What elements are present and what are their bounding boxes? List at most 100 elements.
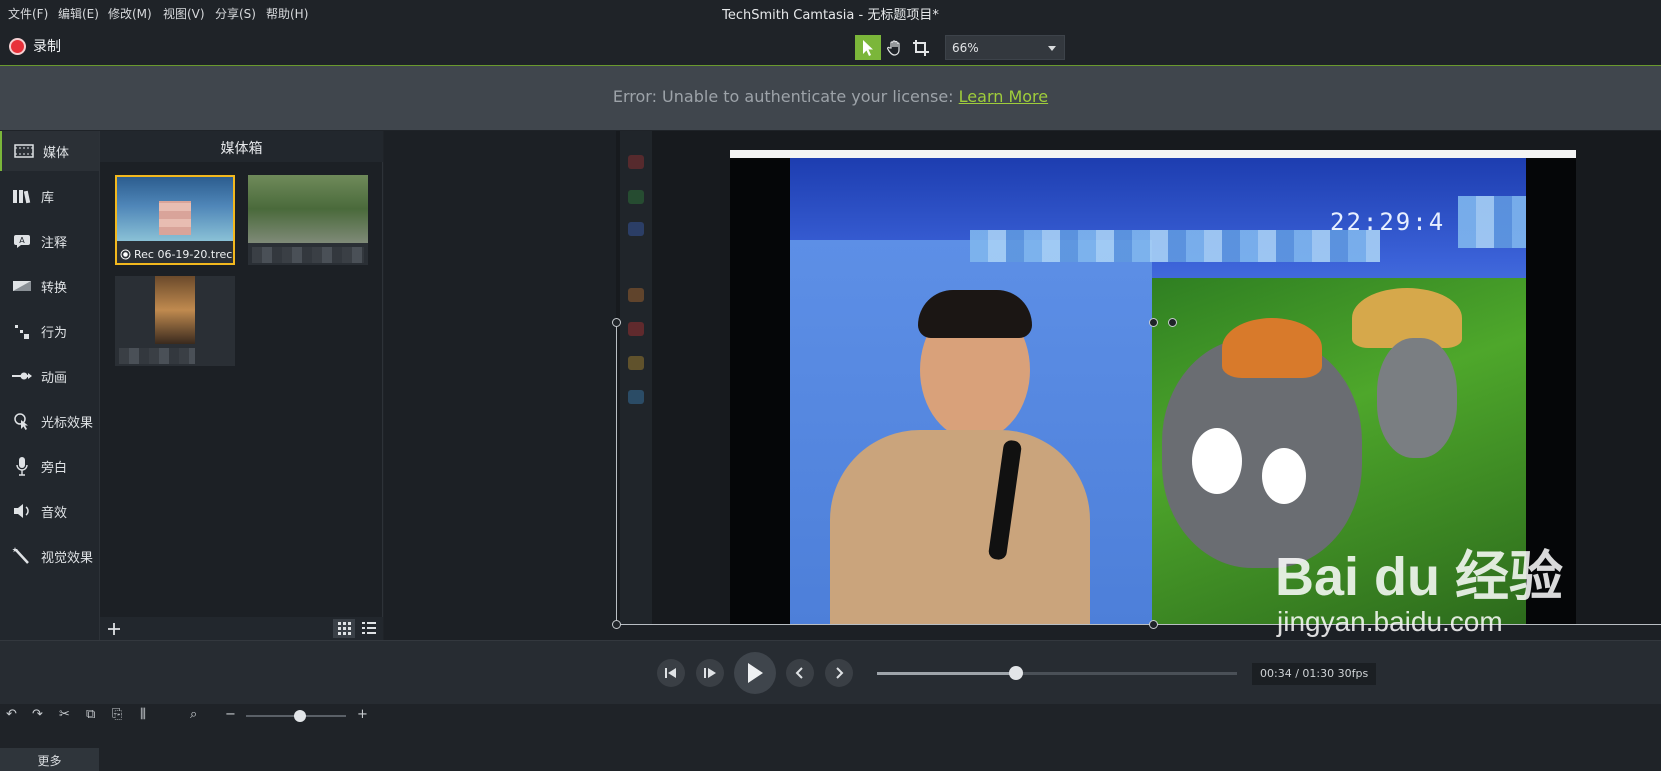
crop-icon xyxy=(913,39,929,56)
pan-tool-button[interactable] xyxy=(882,35,908,60)
record-label: 录制 xyxy=(33,39,61,55)
clip-label-blurred xyxy=(119,348,195,364)
sidebar-item-media[interactable]: 媒体 xyxy=(0,131,99,171)
sidebar-item-library[interactable]: 库 xyxy=(0,176,99,216)
pixelated-caption xyxy=(970,230,1380,262)
add-media-button[interactable] xyxy=(103,619,125,638)
transition-icon xyxy=(9,276,35,296)
menu-bar: 文件(F) 编辑(E) 修改(M) 视图(V) 分享(S) 帮助(H) Tech… xyxy=(0,0,1661,26)
record-icon xyxy=(9,37,26,55)
redo-icon[interactable]: ↷ xyxy=(32,707,43,722)
split-icon[interactable]: ⫼ xyxy=(140,707,146,722)
clip-preview-blur xyxy=(159,201,191,235)
zoom-value: 66% xyxy=(952,41,979,55)
scrub-progress xyxy=(877,672,1015,675)
pixelated-timestamp xyxy=(1458,196,1526,248)
magic-wand-icon xyxy=(9,546,35,566)
clip-preview-image xyxy=(155,276,195,344)
crop-tool-button[interactable] xyxy=(908,35,934,60)
main-toolbar: 录制 66% xyxy=(0,26,1661,66)
previous-marker-button[interactable] xyxy=(786,659,814,687)
sidebar-item-label: 光标效果 xyxy=(41,415,94,431)
behavior-icon xyxy=(9,321,35,341)
zoom-in-icon[interactable]: + xyxy=(357,707,368,722)
library-icon xyxy=(9,186,35,206)
play-button[interactable] xyxy=(734,652,776,694)
select-tool-button[interactable] xyxy=(855,35,881,60)
sidebar-item-audio-effects[interactable]: 音效 xyxy=(0,491,99,531)
app-icon xyxy=(628,288,644,302)
app-title: TechSmith Camtasia - 无标题项目* xyxy=(722,8,939,23)
zoom-out-icon[interactable]: − xyxy=(225,707,236,722)
sidebar-item-visual-effects[interactable]: 视觉效果 xyxy=(0,536,99,576)
step-back-button[interactable] xyxy=(657,659,685,687)
resize-handle[interactable] xyxy=(612,318,621,327)
annotation-icon: A xyxy=(9,231,35,251)
cut-icon[interactable]: ✂ xyxy=(59,707,70,722)
sidebar-item-label: 转换 xyxy=(41,280,68,296)
media-clip-rec[interactable]: Rec 06-19-20.trec xyxy=(115,175,235,265)
sidebar-item-label: 库 xyxy=(41,190,55,206)
timecode-display: 00:34 / 01:30 30fps xyxy=(1252,663,1377,685)
list-icon xyxy=(362,622,376,634)
timeline-toolbar: ↶ ↷ ✂ ⧉ ⎘ ⫼ ⌕ − + xyxy=(0,704,1661,725)
cursor-effect-icon xyxy=(9,411,35,431)
paste-icon[interactable]: ⎘ xyxy=(112,707,122,722)
sidebar-item-annotation[interactable]: A 注释 xyxy=(0,221,99,261)
scrub-handle[interactable] xyxy=(1009,666,1023,680)
tools-sidebar: 媒体 库 A 注释 转换 行为 动画 光标效果 旁白 音效 视觉效果 更多 xyxy=(0,131,100,771)
license-error-banner: Error: Unable to authenticate your licen… xyxy=(0,66,1661,130)
zoom-select[interactable]: 66% xyxy=(945,35,1065,60)
hand-icon xyxy=(887,39,900,56)
rotate-handle[interactable] xyxy=(1149,318,1158,327)
watermark: Bai du 经验 jingyan.baidu.com xyxy=(1275,548,1563,638)
media-clip-person[interactable] xyxy=(115,276,235,366)
clip-label-blurred xyxy=(252,247,364,263)
film-icon xyxy=(11,141,37,161)
chevron-left-icon xyxy=(795,667,803,679)
baidu-logo: Bai du 经验 xyxy=(1275,547,1564,607)
clip-preview-image xyxy=(248,175,368,243)
zoom-search-icon: ⌕ xyxy=(190,707,198,722)
sidebar-item-transition[interactable]: 转换 xyxy=(0,266,99,306)
rotate-handle[interactable] xyxy=(1168,318,1177,327)
svg-text:A: A xyxy=(19,236,25,245)
media-bin-panel: 媒体箱 Rec 06-19-20.trec xyxy=(100,131,383,640)
sidebar-item-label: 视觉效果 xyxy=(41,550,94,566)
timeline-zoom-slider[interactable] xyxy=(246,710,346,722)
screen-recording-icon xyxy=(120,249,131,259)
undo-icon[interactable]: ↶ xyxy=(6,707,17,722)
next-marker-button[interactable] xyxy=(825,659,853,687)
playback-controls: 00:34 / 01:30 30fps xyxy=(0,640,1661,704)
learn-more-link[interactable]: Learn More xyxy=(959,87,1048,106)
sidebar-item-behavior[interactable]: 行为 xyxy=(0,311,99,351)
app-icon xyxy=(628,190,644,204)
chevron-right-icon xyxy=(836,667,844,679)
zoom-slider-handle[interactable] xyxy=(294,710,306,722)
record-button[interactable]: 录制 xyxy=(9,36,61,56)
speaker-icon xyxy=(9,501,35,521)
sidebar-item-animation[interactable]: 动画 xyxy=(0,356,99,396)
sidebar-item-label: 注释 xyxy=(41,235,68,251)
plus-icon xyxy=(108,622,120,635)
copy-icon[interactable]: ⧉ xyxy=(86,707,95,722)
microphone-icon xyxy=(9,456,35,476)
media-bin-footer xyxy=(100,617,383,640)
grid-view-button[interactable] xyxy=(333,619,355,638)
sidebar-item-label: 行为 xyxy=(41,325,68,341)
media-clip-rain[interactable] xyxy=(248,175,368,265)
step-forward-button[interactable] xyxy=(696,659,724,687)
video-timestamp: 22:29:4 xyxy=(1330,208,1446,236)
sidebar-item-cursor-effects[interactable]: 光标效果 xyxy=(0,401,99,441)
sidebar-item-voice-narration[interactable]: 旁白 xyxy=(0,446,99,486)
scrub-bar[interactable] xyxy=(877,666,1237,680)
grid-icon xyxy=(337,622,351,635)
error-message: Error: Unable to authenticate your licen… xyxy=(612,87,954,106)
sidebar-item-label: 音效 xyxy=(41,505,68,521)
list-view-button[interactable] xyxy=(358,619,380,638)
resize-handle[interactable] xyxy=(1149,620,1158,629)
sidebar-item-label: 媒体 xyxy=(43,145,70,161)
resize-handle[interactable] xyxy=(612,620,621,629)
step-forward-icon xyxy=(704,668,716,678)
more-button[interactable]: 更多 xyxy=(0,748,99,771)
